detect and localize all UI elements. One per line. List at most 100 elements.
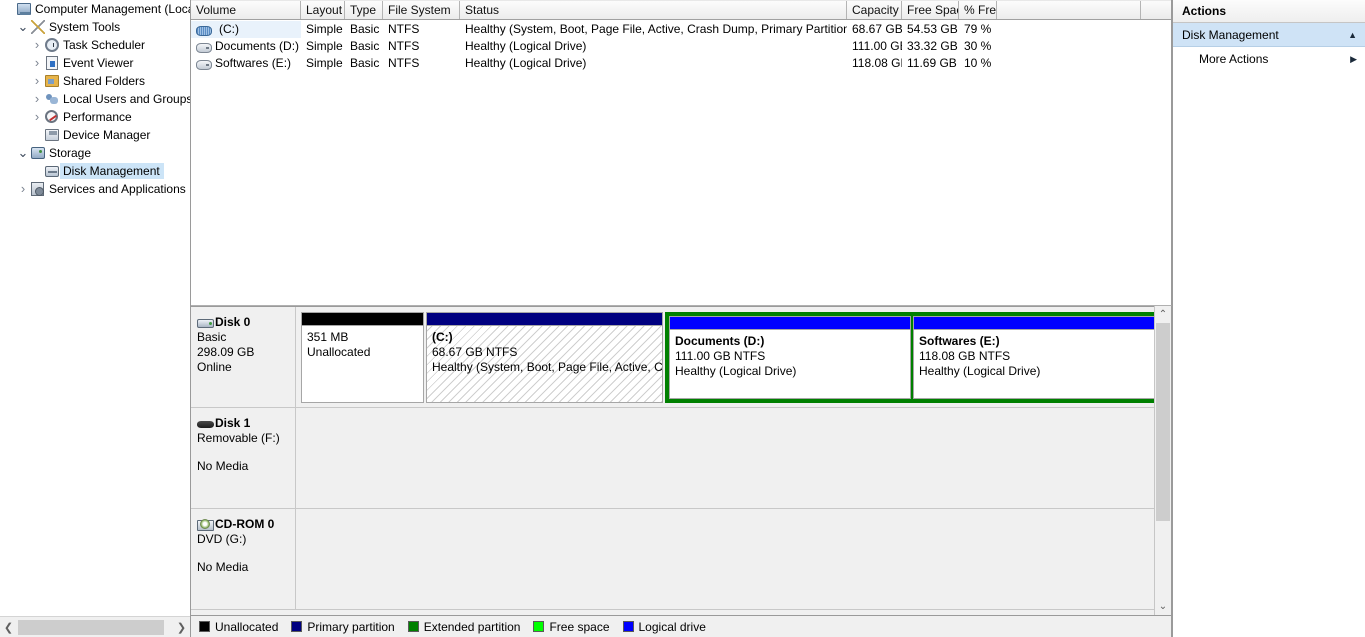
- tree-horizontal-scrollbar[interactable]: ❮ ❯: [0, 616, 190, 637]
- disk-line3: Online: [197, 360, 232, 374]
- actions-group-disk-management[interactable]: Disk Management ▲: [1173, 23, 1365, 47]
- cdrom-icon: [197, 518, 214, 531]
- tree-item-shared-folders[interactable]: › Shared Folders: [0, 72, 190, 90]
- column-header-free-space[interactable]: Free Space: [902, 1, 959, 19]
- legend-swatch: [407, 621, 419, 632]
- column-header-blank[interactable]: [997, 1, 1141, 19]
- column-header-volume[interactable]: Volume: [191, 1, 301, 19]
- legend-item: Primary partition: [291, 620, 395, 634]
- tree-item-services-and-applications[interactable]: › Services and Applications: [0, 180, 190, 198]
- computer-icon: [16, 1, 32, 17]
- tree-item-device-manager[interactable]: Device Manager: [0, 126, 190, 144]
- cell-file-system: NTFS: [388, 39, 420, 53]
- disk-graphical-view[interactable]: Disk 0 Basic 298.09 GB Online 351 MB Unalloca…: [191, 306, 1154, 615]
- tree-item-label: System Tools: [49, 20, 121, 34]
- tree-item-performance[interactable]: › Performance: [0, 108, 190, 126]
- legend-swatch: [622, 621, 634, 632]
- column-header-layout[interactable]: Layout: [301, 1, 345, 19]
- cell-free-space: 54.53 GB: [907, 22, 958, 36]
- column-header--free[interactable]: % Free: [959, 1, 997, 19]
- scroll-right-button[interactable]: ❯: [173, 617, 190, 637]
- disk-row: Disk 1 Removable (F:) No Media: [191, 408, 1154, 509]
- tree-item-computer-management-local[interactable]: Computer Management (Local: [0, 0, 190, 18]
- tree-item-label: Storage: [49, 146, 92, 160]
- actions-panel-title: Actions: [1173, 0, 1365, 23]
- cell-percent-free: 10 %: [964, 56, 992, 70]
- system-drive-icon: [196, 26, 212, 36]
- partition-softwarese[interactable]: Softwares (E:) 118.08 GB NTFS Healthy (Log…: [913, 316, 1154, 399]
- chevron-right-icon[interactable]: ›: [30, 54, 44, 72]
- volume-label: Documents (D:): [215, 39, 300, 53]
- cell-file-system: NTFS: [388, 22, 420, 36]
- partition-legend: Unallocated Primary partition Extended par…: [191, 615, 1172, 637]
- legend-label: Unallocated: [215, 619, 279, 634]
- scrollbar-thumb[interactable]: [18, 619, 164, 635]
- actions-group-label: Disk Management: [1182, 27, 1279, 42]
- table-row[interactable]: (C:) Simple Basic NTFS Healthy (System, Boot…: [191, 21, 1171, 38]
- tree-item-storage[interactable]: ⌄ Storage: [0, 144, 190, 162]
- tree-item-disk-management[interactable]: Disk Management: [0, 162, 190, 180]
- chevron-right-icon[interactable]: ›: [30, 72, 44, 90]
- chevron-right-icon[interactable]: ›: [30, 90, 44, 108]
- scrollbar-track[interactable]: [165, 617, 173, 637]
- partition-status: Healthy (System, Boot, Page File, Active…: [432, 360, 663, 374]
- cell-percent-free: 30 %: [964, 39, 992, 53]
- legend-item: Extended partition: [407, 620, 520, 634]
- disk-info-panel[interactable]: Disk 0 Basic 298.09 GB Online: [191, 307, 296, 407]
- column-header-file-system[interactable]: File System: [383, 1, 460, 19]
- volume-list-rows[interactable]: (C:) Simple Basic NTFS Healthy (System, Boot…: [191, 21, 1171, 72]
- partition-title: Softwares (E:): [919, 334, 1000, 348]
- event-viewer-icon: [44, 55, 60, 71]
- disk-view-vertical-scrollbar[interactable]: ⌃ ⌄: [1154, 306, 1171, 615]
- cell-volume: Softwares (E:): [191, 55, 301, 72]
- disk-line1: DVD (G:): [197, 532, 247, 546]
- partition-unallocated[interactable]: 351 MB Unallocated: [301, 312, 424, 403]
- services-icon: [30, 181, 46, 197]
- partition-size: 351 MB: [307, 330, 349, 344]
- drive-icon: [196, 60, 212, 70]
- chevron-down-icon[interactable]: ⌄: [16, 146, 30, 159]
- action-more-actions[interactable]: More Actions ▶: [1173, 47, 1365, 71]
- partition-documentsd[interactable]: Documents (D:) 111.00 GB NTFS Healthy (Log…: [669, 316, 911, 399]
- chevron-right-icon[interactable]: ›: [16, 180, 30, 198]
- chevron-down-icon[interactable]: ⌄: [16, 20, 30, 33]
- scroll-up-button[interactable]: ⌃: [1155, 306, 1171, 323]
- tree-item-label: Event Viewer: [63, 56, 134, 70]
- tree-item-event-viewer[interactable]: › Event Viewer: [0, 54, 190, 72]
- volume-label: Softwares (E:): [215, 56, 292, 70]
- tree-item-system-tools[interactable]: ⌄ System Tools: [0, 18, 190, 36]
- disk-row: CD-ROM 0 DVD (G:) No Media: [191, 509, 1154, 610]
- scrollbar-track[interactable]: [1155, 323, 1171, 598]
- extended-partition-container[interactable]: Documents (D:) 111.00 GB NTFS Healthy (Log…: [665, 312, 1154, 403]
- disk-partitions-area: [296, 408, 1154, 508]
- column-header-capacity[interactable]: Capacity: [847, 1, 902, 19]
- disk-name: Disk 0: [215, 315, 251, 329]
- cell-volume: (C:): [191, 21, 301, 38]
- disk-partitions-area: [296, 509, 1154, 609]
- table-row[interactable]: Softwares (E:) Simple Basic NTFS Healthy (Lo…: [191, 55, 1171, 72]
- scroll-left-button[interactable]: ❮: [0, 617, 17, 637]
- legend-item: Unallocated: [199, 620, 278, 634]
- tree-item-task-scheduler[interactable]: › Task Scheduler: [0, 36, 190, 54]
- scroll-down-button[interactable]: ⌄: [1155, 598, 1171, 615]
- legend-item: Logical drive: [622, 620, 706, 634]
- cell-status: Healthy (Logical Drive): [465, 39, 587, 53]
- tree-item-local-users-and-groups[interactable]: › Local Users and Groups: [0, 90, 190, 108]
- partition-c[interactable]: (C:) 68.67 GB NTFS Healthy (System, Boot, …: [426, 312, 663, 403]
- chevron-right-icon[interactable]: ›: [30, 108, 44, 126]
- cell-status: Healthy (Logical Drive): [465, 56, 587, 70]
- disk-info-panel[interactable]: CD-ROM 0 DVD (G:) No Media: [191, 509, 296, 609]
- volume-list-header[interactable]: Volume Layout Type File System Status Capacit…: [191, 0, 1171, 20]
- table-row[interactable]: Documents (D:) Simple Basic NTFS Healthy (Lo…: [191, 38, 1171, 55]
- console-tree[interactable]: Computer Management (Local ⌄ System Tools ›…: [0, 0, 190, 616]
- cell-capacity: 118.08 GB: [852, 56, 902, 70]
- volume-list-pane: Volume Layout Type File System Status Capacit…: [191, 0, 1172, 306]
- scrollbar-thumb[interactable]: [1156, 323, 1170, 521]
- partition-size: 111.00 GB NTFS: [675, 349, 766, 363]
- disk-graphical-view-pane: Disk 0 Basic 298.09 GB Online 351 MB Unalloca…: [191, 306, 1172, 615]
- chevron-right-icon[interactable]: ›: [30, 36, 44, 54]
- column-header-status[interactable]: Status: [460, 1, 847, 19]
- disk-info-panel[interactable]: Disk 1 Removable (F:) No Media: [191, 408, 296, 508]
- column-header-type[interactable]: Type: [345, 1, 383, 19]
